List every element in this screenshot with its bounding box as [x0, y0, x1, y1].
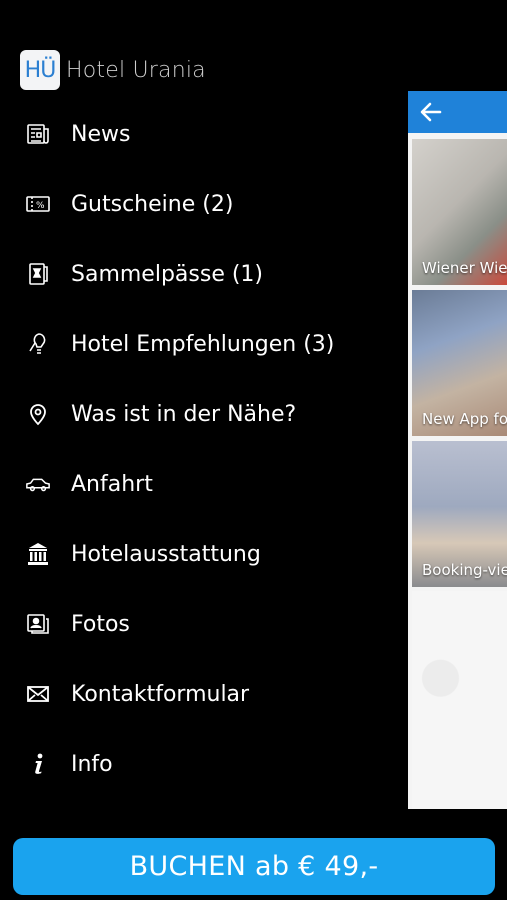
menu-label-nearby: Was ist in der Nähe? — [71, 401, 297, 427]
menu-label-anfahrt: Anfahrt — [71, 471, 153, 497]
menu-label-info: Info — [71, 751, 113, 777]
news-card-caption: Wiener Wie — [422, 259, 507, 277]
menu-label-hotelausstattung: Hotelausstattung — [71, 541, 261, 567]
menu-label-fotos: Fotos — [71, 611, 130, 637]
menu-item-kontaktformular[interactable]: Kontaktformular — [0, 664, 400, 724]
news-card-caption: New App fo — [422, 410, 507, 428]
news-card-caption: Booking-vie — [422, 561, 507, 579]
news-card[interactable]: New App fo — [412, 290, 507, 436]
menu-item-hotelausstattung[interactable]: Hotelausstattung — [0, 524, 400, 584]
book-button[interactable]: BUCHEN ab € 49,- — [13, 838, 495, 895]
menu-label-gutscheine: Gutscheine (2) — [71, 191, 234, 217]
recommendation-icon — [25, 331, 51, 357]
map-pin-icon — [25, 401, 51, 427]
menu-label-sammelpaesse: Sammelpässe (1) — [71, 261, 264, 287]
menu-item-news[interactable]: News — [0, 104, 400, 164]
menu-label-news: News — [71, 121, 131, 147]
newspaper-icon — [25, 121, 51, 147]
info-icon — [25, 751, 51, 777]
menu-item-nearby[interactable]: Was ist in der Nähe? — [0, 384, 400, 444]
menu-item-info[interactable]: Info — [0, 734, 400, 794]
building-icon — [25, 541, 51, 567]
hotel-logo: HÜ — [20, 50, 60, 90]
menu-label-kontaktformular: Kontaktformular — [71, 681, 250, 707]
content-preview-panel[interactable]: Wiener Wie New App fo Booking-vie — [408, 91, 507, 809]
menu-item-anfahrt[interactable]: Anfahrt — [0, 454, 400, 514]
envelope-icon — [25, 681, 51, 707]
news-card[interactable]: Wiener Wie — [412, 139, 507, 285]
menu-label-hotel-empfehlungen: Hotel Empfehlungen (3) — [71, 331, 335, 357]
menu-item-gutscheine[interactable]: % Gutscheine (2) — [0, 174, 400, 234]
car-icon — [25, 471, 51, 497]
menu-item-fotos[interactable]: Fotos — [0, 594, 400, 654]
top-app-bar — [408, 91, 507, 133]
app-title: Hotel Urania — [66, 57, 206, 83]
menu-item-hotel-empfehlungen[interactable]: Hotel Empfehlungen (3) — [0, 314, 400, 374]
stamp-card-icon — [25, 261, 51, 287]
back-button[interactable] — [416, 97, 446, 127]
photos-icon — [25, 611, 51, 637]
menu-item-sammelpaesse[interactable]: Sammelpässe (1) — [0, 244, 400, 304]
app-header: HÜ Hotel Urania — [20, 50, 206, 90]
panel-background-pattern — [412, 591, 507, 809]
voucher-icon: % — [25, 191, 51, 217]
svg-text:%: % — [36, 201, 45, 211]
news-card[interactable]: Booking-vie — [412, 441, 507, 587]
arrow-left-icon — [420, 102, 442, 122]
